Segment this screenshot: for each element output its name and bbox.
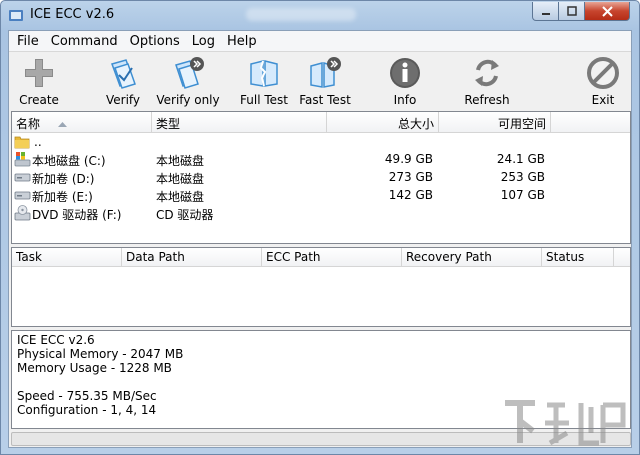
column-data-path[interactable]: Data Path <box>122 248 262 267</box>
menu-help[interactable]: Help <box>223 34 261 49</box>
client-area: File Command Options Log Help Create Ver… <box>8 30 632 448</box>
column-recovery-path-label: Recovery Path <box>406 250 492 264</box>
column-free[interactable]: 可用空间 <box>439 112 551 133</box>
menu-file[interactable]: File <box>13 34 43 49</box>
app-icon <box>9 10 23 21</box>
menu-command[interactable]: Command <box>47 34 122 49</box>
drive-name: 新加卷 (E:) <box>32 190 93 204</box>
column-type[interactable]: 类型 <box>152 112 327 133</box>
watermark-logo <box>505 400 626 446</box>
drive-total: 142 GB <box>388 188 433 202</box>
full-test-button[interactable]: Full Test <box>237 54 291 108</box>
fast-test-label: Fast Test <box>299 93 351 107</box>
system-drive-icon <box>14 152 31 167</box>
verify-only-label: Verify only <box>156 93 220 107</box>
toolbar: Create Verify Verify only Full Test Fast… <box>9 51 631 109</box>
drive-row-e[interactable]: 新加卷 (E:) 本地磁盘 142 GB 107 GB <box>12 187 630 205</box>
refresh-label: Refresh <box>464 93 510 107</box>
drive-free: 24.1 GB <box>496 152 545 166</box>
app-window: ICE ECC v2.6 File Command Options Log He… <box>0 0 640 455</box>
maximize-button[interactable] <box>558 2 585 21</box>
verify-only-button[interactable]: Verify only <box>153 54 223 108</box>
info-line: Physical Memory - 2047 MB <box>17 347 184 361</box>
drive-name: 本地磁盘 (C:) <box>32 154 106 168</box>
exit-label: Exit <box>591 93 615 107</box>
column-free-label: 可用空间 <box>497 117 546 131</box>
fast-test-icon <box>310 57 341 88</box>
folder-icon <box>14 136 30 149</box>
drive-type: 本地磁盘 <box>156 172 205 186</box>
create-label: Create <box>19 93 59 107</box>
info-button[interactable]: Info <box>387 54 423 108</box>
info-line: Memory Usage - 1228 MB <box>17 361 172 375</box>
column-recovery-path[interactable]: Recovery Path <box>402 248 542 267</box>
task-list-header: Task Data Path ECC Path Recovery Path St… <box>12 248 630 267</box>
fast-test-button[interactable]: Fast Test <box>297 54 353 108</box>
verify-label: Verify <box>105 93 141 107</box>
drive-list-header: 名称 类型 总大小 可用空间 <box>12 112 630 133</box>
drive-name: 新加卷 (D:) <box>32 172 95 186</box>
column-data-path-label: Data Path <box>126 250 185 264</box>
full-test-label: Full Test <box>240 93 288 107</box>
maximize-icon <box>566 6 577 16</box>
drive-total: 273 GB <box>388 170 433 184</box>
drive-free: 253 GB <box>500 170 545 184</box>
dvd-drive-icon <box>14 205 31 221</box>
drive-icon <box>14 173 31 182</box>
create-button[interactable]: Create <box>11 54 67 108</box>
full-test-icon <box>250 60 278 87</box>
drive-row-f[interactable]: DVD 驱动器 (F:) CD 驱动器 <box>12 205 630 223</box>
exit-button[interactable]: Exit <box>583 54 623 108</box>
column-status-label: Status <box>546 250 585 264</box>
title-blur <box>246 8 356 21</box>
verify-only-icon <box>175 57 204 89</box>
drive-row-parent[interactable]: .. <box>12 134 630 152</box>
window-title: ICE ECC v2.6 <box>30 7 115 22</box>
verify-button[interactable]: Verify <box>93 54 153 108</box>
column-type-label: 类型 <box>156 117 181 131</box>
column-name[interactable]: 名称 <box>12 112 152 133</box>
task-list: Task Data Path ECC Path Recovery Path St… <box>11 247 631 327</box>
close-button[interactable] <box>584 2 630 21</box>
close-icon <box>601 5 613 17</box>
drive-total: 49.9 GB <box>384 152 433 166</box>
info-line: ICE ECC v2.6 <box>17 333 95 347</box>
column-task-label: Task <box>16 250 42 264</box>
menu-bar: File Command Options Log Help <box>9 31 631 51</box>
refresh-button[interactable]: Refresh <box>464 54 510 108</box>
column-ecc-path[interactable]: ECC Path <box>262 248 402 267</box>
drive-name: DVD 驱动器 (F:) <box>32 208 122 222</box>
minimize-icon <box>541 13 550 15</box>
info-label: Info <box>393 93 417 107</box>
column-total[interactable]: 总大小 <box>327 112 439 133</box>
plus-icon <box>25 59 53 87</box>
drive-row-c[interactable]: 本地磁盘 (C:) 本地磁盘 49.9 GB 24.1 GB <box>12 151 630 169</box>
title-bar[interactable]: ICE ECC v2.6 <box>1 1 639 29</box>
column-task[interactable]: Task <box>12 248 122 267</box>
column-ecc-path-label: ECC Path <box>266 250 321 264</box>
menu-log[interactable]: Log <box>188 34 219 49</box>
info-line <box>17 375 625 389</box>
drive-type: 本地磁盘 <box>156 190 205 204</box>
exit-icon <box>587 57 619 89</box>
sort-asc-icon <box>57 121 67 127</box>
drive-name: .. <box>34 135 42 149</box>
drive-free: 107 GB <box>500 188 545 202</box>
drive-type: CD 驱动器 <box>156 208 214 222</box>
refresh-icon <box>475 59 499 87</box>
drive-list: 名称 类型 总大小 可用空间 .. 本地磁盘 (C:) 本地磁盘 49.9 GB… <box>11 111 631 244</box>
column-status[interactable]: Status <box>542 248 614 267</box>
column-name-label: 名称 <box>16 117 41 131</box>
drive-icon <box>14 191 31 200</box>
info-icon <box>390 58 420 88</box>
drive-row-d[interactable]: 新加卷 (D:) 本地磁盘 273 GB 253 GB <box>12 169 630 187</box>
column-total-label: 总大小 <box>397 117 434 131</box>
verify-icon <box>111 59 136 89</box>
drive-type: 本地磁盘 <box>156 154 205 168</box>
minimize-button[interactable] <box>532 2 559 21</box>
menu-options[interactable]: Options <box>126 34 184 49</box>
